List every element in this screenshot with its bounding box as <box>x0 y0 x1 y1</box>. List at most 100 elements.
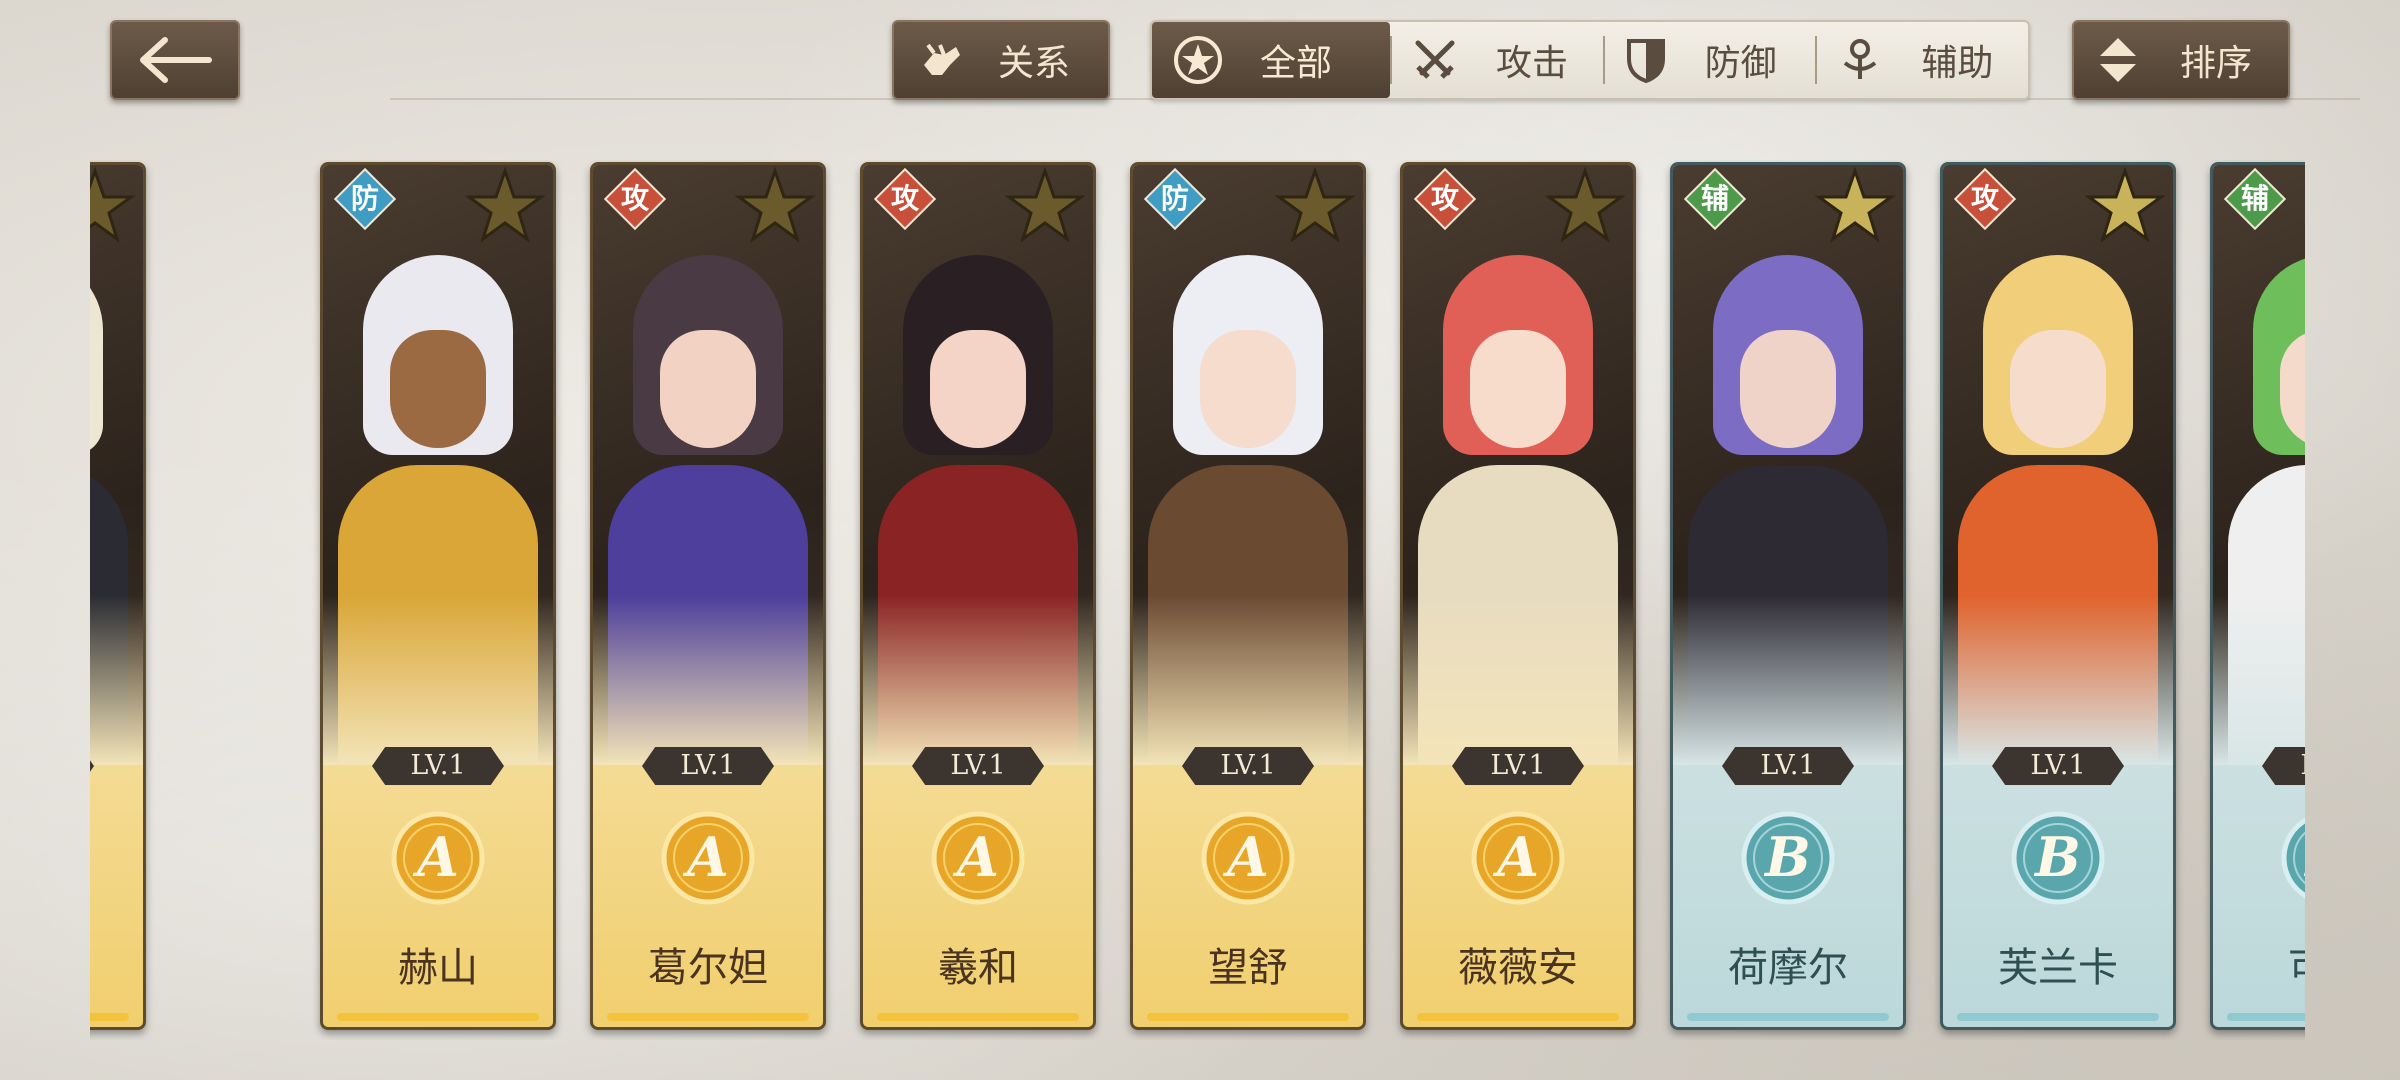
crossed-swords-icon <box>1415 40 1455 79</box>
character-card[interactable]: 攻 LV.1 A 薇薇安 <box>1400 162 1636 1030</box>
portrait-face <box>2010 330 2106 448</box>
tab-all[interactable]: 全部 <box>1152 22 1390 98</box>
star-icon <box>2085 167 2165 243</box>
character-portrait <box>2213 165 2305 765</box>
relation-label: 关系 <box>998 43 1071 84</box>
role-badge-text: 防 <box>350 182 379 215</box>
rank-b-icon: B <box>2281 817 2305 899</box>
portrait-fade <box>2213 595 2305 765</box>
character-card[interactable]: 防 LV.1 A 望舒 <box>1130 162 1366 1030</box>
rank-letter: B <box>2033 825 2081 889</box>
character-card[interactable]: 攻 LV.1 A 铠铎 <box>90 162 146 1030</box>
character-name: 芙兰卡 <box>1998 945 2118 991</box>
star-circle-icon <box>1174 36 1222 84</box>
portrait-face <box>1740 330 1836 448</box>
role-badge-text: 辅 <box>2240 182 2269 215</box>
role-badge-text: 防 <box>1160 182 1189 215</box>
character-portrait <box>90 165 143 765</box>
character-card[interactable]: 攻 LV.1 A 葛尔妲 <box>590 162 826 1030</box>
character-name: 可可 <box>2213 935 2305 993</box>
character-name: 望舒 <box>1208 945 1288 991</box>
back-arrow-icon <box>140 37 212 83</box>
character-card[interactable]: 攻 LV.1 B 芙兰卡 <box>1940 162 2176 1030</box>
rank-letter: A <box>1222 825 1269 889</box>
role-badge-text: 攻 <box>620 182 649 215</box>
character-card[interactable]: 攻 LV.1 A 羲和 <box>860 162 1096 1030</box>
card-bottom-bar <box>1417 1013 1619 1021</box>
tab-defense[interactable]: 防御 <box>1602 22 1816 98</box>
star-icon <box>735 167 815 243</box>
portrait-fade <box>90 595 143 765</box>
character-portrait <box>323 165 553 765</box>
sort-button[interactable]: 排序 <box>2072 20 2290 100</box>
rank-a-icon: A <box>661 811 755 905</box>
sort-label: 排序 <box>2180 43 2253 84</box>
rank-b-icon: B <box>2011 811 2105 905</box>
portrait-fade <box>1403 595 1633 765</box>
level-pill: LV.1 <box>1182 747 1314 785</box>
portrait-face <box>1200 330 1296 448</box>
star-icon <box>1005 167 1085 243</box>
handshake-icon <box>924 43 960 75</box>
star-icon <box>465 167 545 243</box>
rank-letter: A <box>1492 825 1539 889</box>
character-card[interactable]: 防 LV.1 A 赫山 <box>320 162 556 1030</box>
character-card[interactable]: 辅 LV.1 B 荷摩尔 <box>1670 162 1906 1030</box>
support-icon <box>1844 39 1877 79</box>
star-icon <box>1275 167 1355 243</box>
card-bottom-bar <box>877 1013 1079 1021</box>
star-icon <box>1545 167 1625 243</box>
portrait-face <box>390 330 486 448</box>
rank-letter: A <box>952 825 999 889</box>
character-name: 荷摩尔 <box>1728 945 1848 991</box>
card-bottom-bar <box>1147 1013 1349 1021</box>
relation-button[interactable]: 关系 <box>892 20 1110 100</box>
level-pill: LV.1 <box>372 747 504 785</box>
rank-a-icon: A <box>1201 811 1295 905</box>
star-icon <box>90 167 135 243</box>
rank-letter: B <box>1763 825 1811 889</box>
card-bottom-bar <box>1957 1013 2159 1021</box>
portrait-fade <box>1943 595 2173 765</box>
back-button[interactable] <box>110 20 240 100</box>
card-bottom-bar <box>337 1013 539 1021</box>
rank-a-icon: A <box>931 811 1025 905</box>
portrait-fade <box>1133 595 1363 765</box>
character-name: 羲和 <box>938 945 1018 991</box>
character-name: 葛尔妲 <box>648 945 768 991</box>
character-card[interactable]: 辅 LV.1 B 可可 <box>2210 162 2305 1030</box>
shield-icon <box>1626 39 1665 84</box>
tab-attack[interactable]: 攻击 <box>1390 22 1603 98</box>
portrait-face <box>930 330 1026 448</box>
level-pill: LV.1 <box>1452 747 1584 785</box>
tab-defense-label: 防御 <box>1704 43 1777 84</box>
portrait-face <box>1470 330 1566 448</box>
role-badge-text: 攻 <box>890 182 919 215</box>
rank-a-icon: A <box>1471 811 1565 905</box>
card-bottom-bar <box>90 1013 129 1021</box>
card-bottom-bar <box>2227 1013 2305 1021</box>
sort-arrows-icon <box>2100 38 2136 82</box>
portrait-fade <box>323 595 553 765</box>
portrait-face <box>660 330 756 448</box>
portrait-hair <box>90 255 103 455</box>
rank-a-icon: A <box>391 811 485 905</box>
role-badge-text: 辅 <box>1700 182 1729 215</box>
portrait-fade <box>1673 595 1903 765</box>
rank-b-icon: B <box>1741 811 1835 905</box>
level-pill: LV.1 <box>912 747 1044 785</box>
portrait-fade <box>593 595 823 765</box>
role-badge-text: 攻 <box>1970 182 1999 215</box>
character-card-list[interactable]: 攻 LV.1 A 铠铎 防 LV.1 <box>90 160 2305 1040</box>
character-name: 铠铎 <box>90 935 143 993</box>
star-icon <box>1815 167 1895 243</box>
character-portrait <box>1403 165 1633 765</box>
card-bottom-bar <box>607 1013 809 1021</box>
tab-support[interactable]: 辅助 <box>1815 22 2028 98</box>
character-name: 薇薇安 <box>1458 945 1578 991</box>
character-portrait <box>1133 165 1363 765</box>
rank-letter: A <box>412 825 459 889</box>
character-portrait <box>1673 165 1903 765</box>
character-portrait <box>863 165 1093 765</box>
tab-attack-label: 攻击 <box>1496 43 1569 84</box>
